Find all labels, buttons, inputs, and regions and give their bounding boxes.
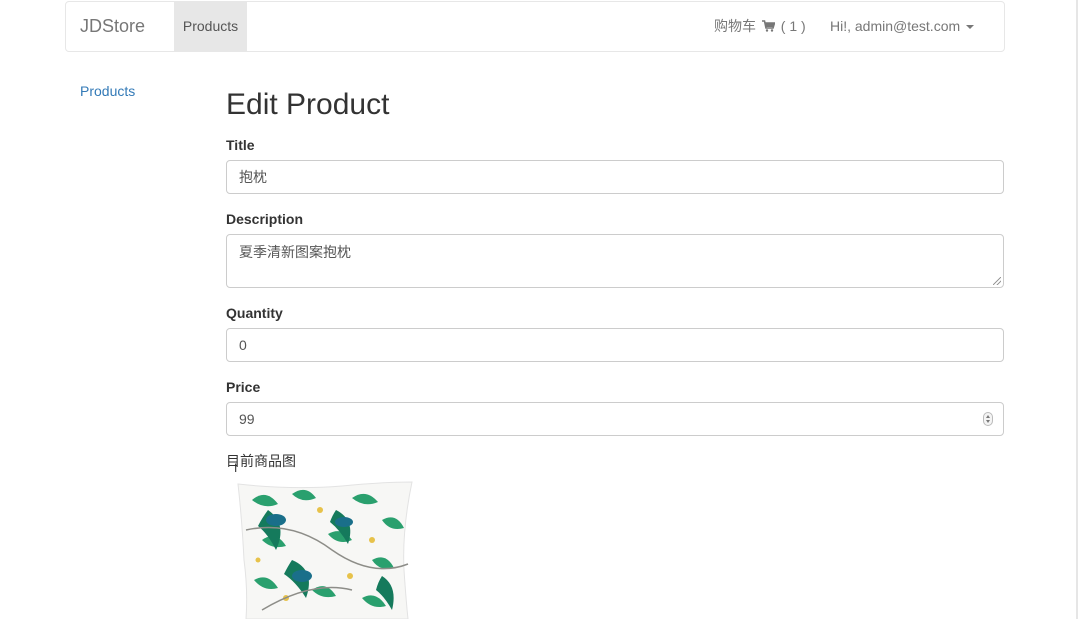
shopping-cart-icon [761, 20, 776, 32]
cart-label: 购物车 [714, 18, 756, 34]
caret-down-icon [966, 25, 975, 29]
user-dropdown[interactable]: Hi!, admin@test.com [830, 2, 975, 51]
resize-grip-icon[interactable] [993, 277, 1001, 285]
cart-count: ( 1 ) [780, 18, 806, 34]
number-spinner-icon[interactable] [983, 412, 993, 426]
top-navbar: JDStore Products 购物车 ( 1 ) Hi!, admin@te… [65, 1, 1005, 52]
description-value: 夏季清新图案抱枕 [239, 244, 351, 260]
title-field[interactable]: 抱枕 [226, 160, 1004, 194]
quantity-field[interactable]: 0 [226, 328, 1004, 362]
nav-products-tab[interactable]: Products [174, 2, 247, 51]
price-value: 99 [239, 411, 255, 427]
user-menu-label: Hi!, admin@test.com [830, 18, 961, 34]
sidebar-item-products[interactable]: Products [80, 83, 135, 99]
page-title: Edit Product [226, 88, 390, 121]
quantity-value: 0 [239, 337, 247, 353]
cart-link[interactable]: 购物车 ( 1 ) [714, 2, 806, 51]
description-label: Description [226, 211, 304, 227]
price-label: Price [226, 379, 261, 395]
title-value: 抱枕 [239, 169, 267, 185]
title-label: Title [226, 137, 255, 153]
quantity-label: Quantity [226, 305, 283, 321]
brand-logo[interactable]: JDStore [80, 2, 145, 51]
text-cursor-icon: I [234, 461, 238, 475]
price-field[interactable]: 99 [226, 402, 1004, 436]
description-field[interactable]: 夏季清新图案抱枕 [226, 234, 1004, 288]
product-image [232, 480, 418, 619]
